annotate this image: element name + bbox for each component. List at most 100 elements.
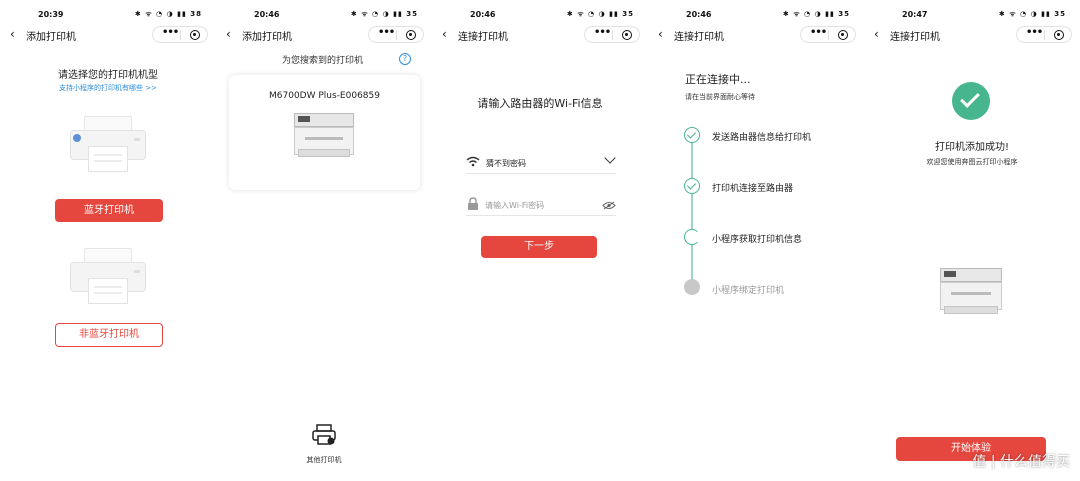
- target-icon[interactable]: [190, 30, 200, 40]
- step-done-check-icon: [684, 178, 700, 194]
- nav-bar: ‹ 连接打印机 •••: [864, 26, 1080, 44]
- status-icons: ✱ ᯤ ◔ ◑ ▮▮ 35: [998, 10, 1066, 18]
- capsule-divider: [396, 30, 397, 40]
- status-time: 20:46: [470, 10, 496, 19]
- non-bluetooth-printer-image: [70, 248, 146, 308]
- page-title: 连接打印机: [674, 32, 724, 43]
- question-icon[interactable]: ?: [399, 53, 411, 65]
- target-icon[interactable]: [838, 30, 848, 40]
- chevron-left-icon[interactable]: ‹: [10, 27, 15, 41]
- success-check-icon: [952, 82, 990, 120]
- status-bar: 20:46 ✱ ᯤ ◔ ◑ ▮▮ 35: [216, 0, 432, 28]
- nav-bar: ‹ 添加打印机 •••: [0, 26, 216, 44]
- status-bar: 20:39 ✱ ᯤ ◔ ◑ ▮▮ 38: [0, 0, 216, 28]
- status-time: 20:39: [38, 10, 64, 19]
- more-dots-icon[interactable]: •••: [378, 27, 395, 38]
- printer-name: M6700DW Plus-E006859: [269, 91, 380, 101]
- status-icons: ✱ ᯤ ◔ ◑ ▮▮ 35: [566, 10, 634, 18]
- nav-bar: ‹ 添加打印机 •••: [216, 26, 432, 44]
- printer-tray: [943, 306, 999, 314]
- step-pending-icon: [684, 279, 700, 295]
- watermark: 值 | 什么值得买: [972, 454, 1070, 470]
- printer-paper: [88, 278, 128, 304]
- status-bar: 20:46 ✱ ᯤ ◔ ◑ ▮▮ 35: [648, 0, 864, 28]
- printer-indicator: [134, 138, 140, 141]
- bluetooth-printer-button[interactable]: 蓝牙打印机: [55, 199, 163, 222]
- menu-capsule[interactable]: •••: [368, 26, 424, 43]
- wifi-heading: 请输入路由器的Wi-Fi信息: [477, 97, 603, 110]
- target-icon[interactable]: [622, 30, 632, 40]
- status-icons: ✱ ᯤ ◔ ◑ ▮▮ 35: [782, 10, 850, 18]
- printer-slot: [304, 137, 344, 140]
- step-connector: [691, 194, 693, 229]
- non-bluetooth-printer-button[interactable]: 非蓝牙打印机: [55, 323, 163, 347]
- success-heading: 打印机添加成功!: [934, 142, 1009, 153]
- step-3-label: 小程序获取打印机信息: [712, 235, 803, 245]
- eye-icon[interactable]: [602, 201, 616, 210]
- lock-icon: [468, 197, 478, 210]
- printer-top: [84, 248, 132, 262]
- printer-panel: [944, 271, 956, 277]
- paper-line: [94, 286, 122, 288]
- menu-capsule[interactable]: •••: [1016, 26, 1072, 43]
- printer-panel: [298, 116, 310, 122]
- status-time: 20:46: [254, 10, 280, 19]
- page-title: 添加打印机: [26, 32, 76, 43]
- next-button[interactable]: 下一步: [481, 236, 597, 258]
- step-connector: [691, 143, 693, 178]
- printer-image: [294, 113, 354, 157]
- step-4-label: 小程序绑定打印机: [712, 286, 785, 296]
- more-dots-icon[interactable]: •••: [810, 27, 827, 38]
- select-heading: 请选择您的打印机机型: [58, 70, 158, 81]
- panel-wifi-info: 20:46 ✱ ᯤ ◔ ◑ ▮▮ 35 ‹ 连接打印机 ••• 请输入路由器的W…: [432, 0, 648, 481]
- password-field[interactable]: 请输入Wi-Fi密码: [466, 196, 616, 216]
- search-results-heading: 为您搜索到的打印机: [282, 56, 364, 66]
- nav-bar: ‹ 连接打印机 •••: [432, 26, 648, 44]
- menu-capsule[interactable]: •••: [800, 26, 856, 43]
- target-icon[interactable]: [406, 30, 416, 40]
- chevron-left-icon[interactable]: ‹: [442, 27, 447, 41]
- step-1-label: 发送路由器信息给打印机: [712, 133, 812, 143]
- success-subheading: 欢迎您使用奔图云打印小程序: [926, 158, 1018, 166]
- password-placeholder: 请输入Wi-Fi密码: [485, 201, 545, 210]
- step-connector: [691, 245, 693, 280]
- panel-success: 20:47 ✱ ᯤ ◔ ◑ ▮▮ 35 ‹ 连接打印机 ••• 打印机添加成功!…: [864, 0, 1080, 481]
- status-icons: ✱ ᯤ ◔ ◑ ▮▮ 38: [134, 10, 202, 18]
- step-loading-icon: [684, 229, 700, 245]
- more-dots-icon[interactable]: •••: [162, 27, 179, 38]
- status-icons: ✱ ᯤ ◔ ◑ ▮▮ 35: [350, 10, 418, 18]
- bluetooth-badge-icon: [73, 134, 81, 142]
- printer-image: [940, 268, 1002, 314]
- target-icon[interactable]: [1054, 30, 1064, 40]
- step-done-check-icon: [684, 127, 700, 143]
- paper-line: [94, 160, 122, 162]
- wifi-select[interactable]: 猜不到密码: [466, 152, 616, 174]
- printer-top: [84, 116, 132, 130]
- chevron-left-icon[interactable]: ‹: [874, 27, 879, 41]
- printer-slot: [951, 292, 991, 295]
- paper-line: [94, 292, 122, 294]
- printer-icon: [312, 424, 336, 445]
- other-printer-button[interactable]: 其他打印机: [300, 424, 348, 464]
- status-time: 20:46: [686, 10, 712, 19]
- status-bar: 20:46 ✱ ᯤ ◔ ◑ ▮▮ 35: [432, 0, 648, 28]
- chevron-left-icon[interactable]: ‹: [226, 27, 231, 41]
- chevron-left-icon[interactable]: ‹: [658, 27, 663, 41]
- menu-capsule[interactable]: •••: [152, 26, 208, 43]
- capsule-divider: [1044, 30, 1045, 40]
- more-dots-icon[interactable]: •••: [594, 27, 611, 38]
- printer-paper: [88, 146, 128, 172]
- page-title: 连接打印机: [458, 32, 508, 43]
- wifi-ssid-value: 猜不到密码: [486, 159, 526, 168]
- more-dots-icon[interactable]: •••: [1026, 27, 1043, 38]
- nav-bar: ‹ 连接打印机 •••: [648, 26, 864, 44]
- bluetooth-printer-image: [70, 116, 146, 176]
- printer-card[interactable]: M6700DW Plus-E006859: [229, 75, 420, 190]
- printer-tray: [297, 149, 351, 157]
- menu-capsule[interactable]: •••: [584, 26, 640, 43]
- chevron-down-icon[interactable]: [604, 152, 616, 164]
- capsule-divider: [180, 30, 181, 40]
- supported-printers-link[interactable]: 支持小程序的打印机有哪些 >>: [0, 83, 216, 93]
- step-2-label: 打印机连接至路由器: [712, 184, 794, 194]
- printer-indicator: [134, 270, 140, 273]
